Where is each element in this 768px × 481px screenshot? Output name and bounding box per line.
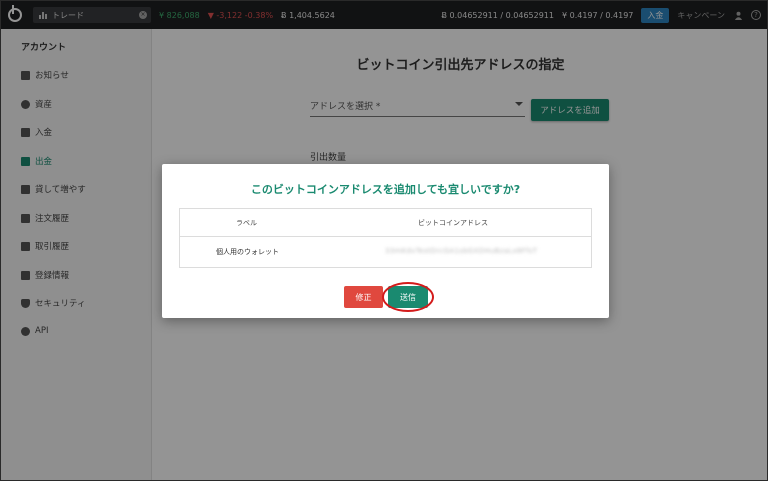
column-header-label: ラベル: [236, 219, 257, 227]
table-header: ラベル ビットコインアドレス: [180, 209, 591, 237]
fix-button[interactable]: 修正: [344, 286, 383, 308]
row-label: 個人用のウォレット: [216, 248, 279, 256]
app-window: トレード × ¥ 826,088 ▼ -3,122 -0.38% Ƀ 1,404…: [0, 0, 768, 481]
confirm-table: ラベル ビットコインアドレス 個人用のウォレット 33mKdvTestDrcGA…: [179, 208, 592, 268]
column-header-address: ビットコインアドレス: [418, 219, 488, 227]
confirm-dialog: このビットコインアドレスを追加しても宜しいですか? ラベル ビットコインアドレス…: [162, 164, 609, 318]
dialog-title: このビットコインアドレスを追加しても宜しいですか?: [250, 183, 521, 196]
highlight-circle: [382, 282, 434, 312]
row-address: 33mKdvTestDrcGA1sbGXDHuBzaLx8FfsT: [385, 247, 538, 255]
